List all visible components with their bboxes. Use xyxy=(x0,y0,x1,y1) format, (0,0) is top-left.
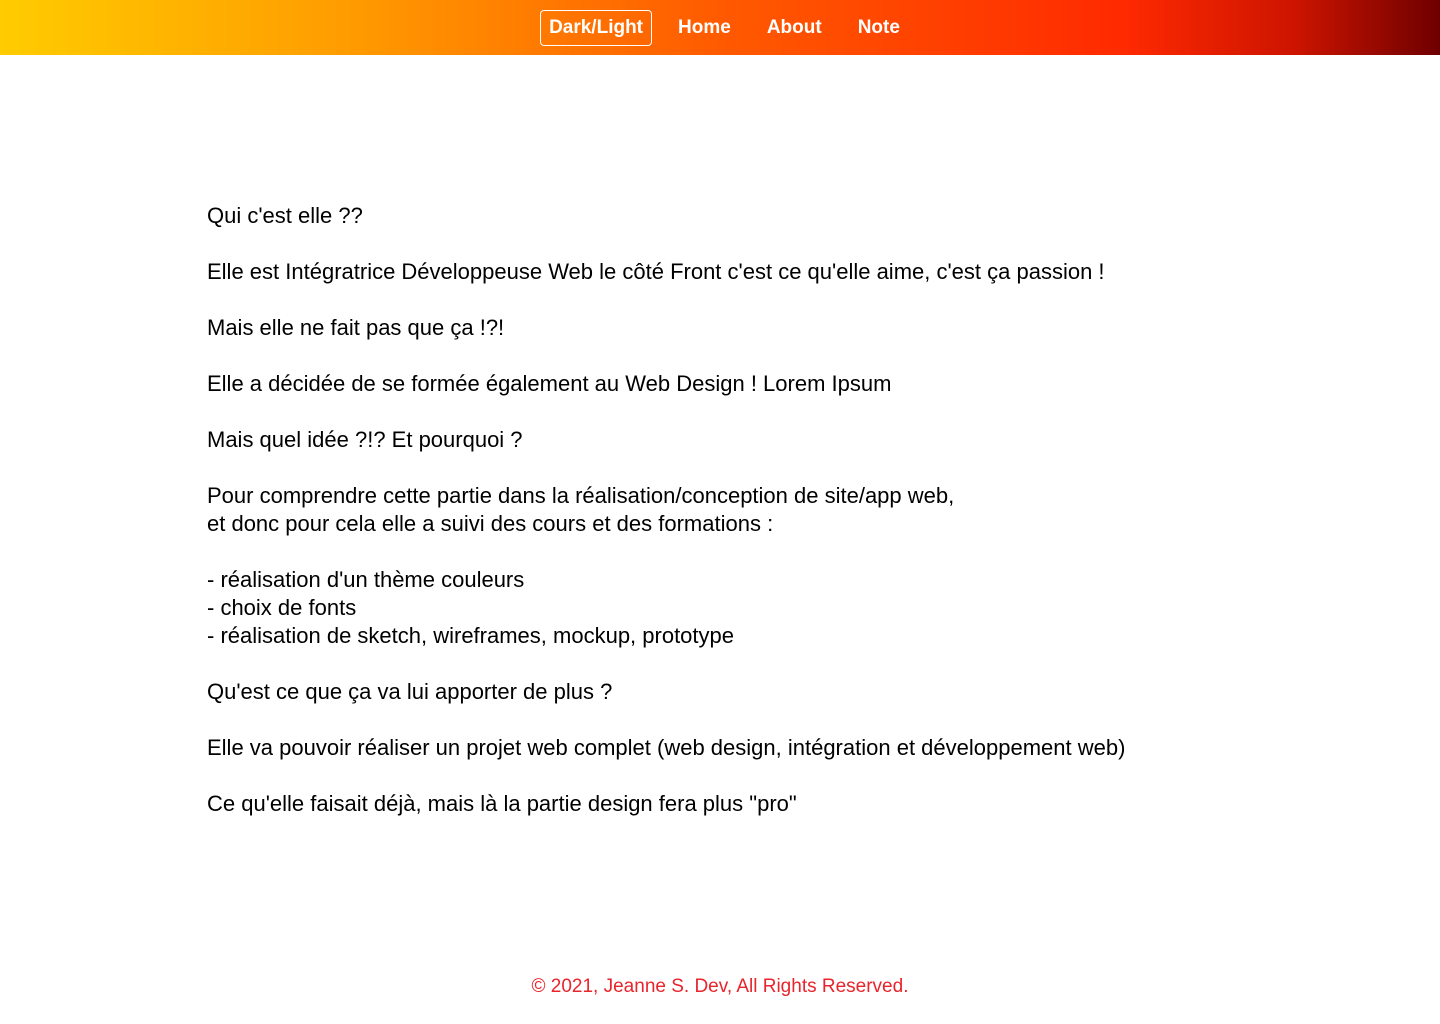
nav-link-about[interactable]: About xyxy=(767,17,822,39)
main-nav: Dark/Light Home About Note xyxy=(540,9,900,46)
top-navigation-bar: Dark/Light Home About Note xyxy=(0,0,1440,55)
nav-link-home[interactable]: Home xyxy=(678,17,731,39)
about-content: Qui c'est elle ?? Elle est Intégratrice … xyxy=(207,202,1307,846)
paragraph-web-design: Elle a décidée de se formée également au… xyxy=(207,371,892,396)
nav-link-note[interactable]: Note xyxy=(858,17,900,39)
paragraph-question: Qui c'est elle ?? xyxy=(207,203,363,228)
paragraph-reason-line-1: Pour comprendre cette partie dans la réa… xyxy=(207,483,955,508)
paragraph-conclusion: Ce qu'elle faisait déjà, mais là la part… xyxy=(207,791,797,816)
paragraph-intro: Elle est Intégratrice Développeuse Web l… xyxy=(207,259,1105,284)
paragraph-more: Mais elle ne fait pas que ça !?! xyxy=(207,315,505,340)
footer-copyright: © 2021, Jeanne S. Dev, All Rights Reserv… xyxy=(531,976,909,997)
list-item: - réalisation de sketch, wireframes, moc… xyxy=(207,623,735,648)
paragraph-why: Mais quel idée ?!? Et pourquoi ? xyxy=(207,427,523,452)
paragraph-reason-line-2: et donc pour cela elle a suivi des cours… xyxy=(207,511,774,536)
list-item: - choix de fonts xyxy=(207,595,357,620)
paragraph-benefit-question: Qu'est ce que ça va lui apporter de plus… xyxy=(207,679,613,704)
training-list: - réalisation d'un thème couleurs - choi… xyxy=(207,566,1307,650)
list-item: - réalisation d'un thème couleurs xyxy=(207,567,525,592)
dark-light-toggle-button[interactable]: Dark/Light xyxy=(540,9,653,46)
paragraph-benefit: Elle va pouvoir réaliser un projet web c… xyxy=(207,735,1126,760)
paragraph-reason: Pour comprendre cette partie dans la réa… xyxy=(207,482,1307,538)
